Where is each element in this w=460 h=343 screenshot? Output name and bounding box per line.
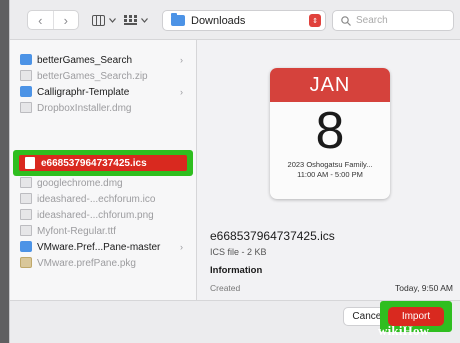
- font-file-icon: [20, 225, 32, 236]
- file-name: DropboxInstaller.dmg: [37, 102, 132, 114]
- chevron-right-icon: ›: [63, 12, 68, 28]
- search-icon: [341, 15, 351, 26]
- preview-pane: JAN 8 2023 Oshogatsu Family... 11:00 AM …: [198, 40, 460, 300]
- list-item: googlechrome.dmg: [10, 175, 197, 191]
- column-view-button[interactable]: [92, 10, 116, 30]
- preview-kind: ICS file - 2 KB: [210, 247, 267, 257]
- columns-icon: [92, 14, 105, 26]
- list-item: DropboxInstaller.dmg: [10, 100, 197, 116]
- file-list: betterGames_Search › betterGames_Search.…: [10, 40, 197, 326]
- chevron-down-icon: [141, 17, 148, 23]
- back-button[interactable]: ‹: [28, 11, 53, 29]
- group-by-button[interactable]: [124, 10, 148, 30]
- chevron-right-icon: ›: [180, 55, 183, 65]
- file-name: VMware.Pref...Pane-master: [37, 241, 161, 253]
- information-heading: Information: [210, 265, 263, 276]
- list-item: Myfont-Regular.ttf: [10, 223, 197, 239]
- list-item: ideashared-...chforum.png: [10, 207, 197, 223]
- list-item[interactable]: betterGames_Search ›: [10, 52, 197, 68]
- forward-button[interactable]: ›: [52, 11, 79, 29]
- file-name: e668537964737425.ics: [41, 157, 147, 169]
- folder-icon: [20, 54, 32, 65]
- folder-icon: [171, 13, 185, 26]
- location-dropdown[interactable]: Downloads ⇕: [162, 10, 326, 31]
- file-name: ideashared-...echforum.ico: [37, 193, 156, 205]
- list-item: ideashared-...echforum.ico: [10, 191, 197, 207]
- chevron-left-icon: ‹: [38, 12, 43, 28]
- calendar-thumbnail: JAN 8 2023 Oshogatsu Family... 11:00 AM …: [270, 68, 390, 199]
- document-icon: [20, 70, 32, 81]
- file-open-dialog: ‹ › Downloads ⇕ Search betterGames_Searc…: [9, 0, 460, 343]
- list-item[interactable]: Calligraphr-Template ›: [10, 84, 197, 100]
- created-label: Created: [210, 283, 241, 293]
- file-name: ideashared-...chforum.png: [37, 209, 154, 221]
- calendar-file-icon: [25, 157, 35, 169]
- watermark-logo: wikiHow: [378, 323, 430, 338]
- file-name: VMware.prefPane.pkg: [37, 257, 136, 269]
- calendar-event-title: 2023 Oshogatsu Family...: [287, 160, 373, 169]
- document-icon: [20, 102, 32, 113]
- file-name: googlechrome.dmg: [37, 177, 123, 189]
- image-icon: [20, 193, 32, 204]
- file-name: betterGames_Search: [37, 54, 133, 66]
- chevron-right-icon: ›: [180, 242, 183, 252]
- list-item: VMware.prefPane.pkg: [10, 255, 197, 271]
- selection-highlight: e668537964737425.ics: [13, 150, 193, 176]
- file-name: Myfont-Regular.ttf: [37, 225, 116, 237]
- document-icon: [20, 177, 32, 188]
- preview-filename: e668537964737425.ics: [210, 229, 335, 243]
- package-icon: [20, 257, 32, 268]
- toolbar: ‹ › Downloads ⇕ Search: [10, 0, 460, 40]
- calendar-month: JAN: [270, 68, 390, 102]
- created-value: Today, 9:50 AM: [395, 283, 453, 293]
- list-item: betterGames_Search.zip: [10, 68, 197, 84]
- search-field[interactable]: Search: [332, 10, 454, 31]
- list-item[interactable]: VMware.Pref...Pane-master ›: [10, 239, 197, 255]
- grid-icon: [124, 14, 137, 25]
- chevron-right-icon: ›: [180, 87, 183, 97]
- calendar-day: 8: [315, 102, 345, 160]
- image-icon: [20, 209, 32, 220]
- search-placeholder: Search: [356, 15, 388, 26]
- file-name: Calligraphr-Template: [37, 86, 130, 98]
- folder-icon: [20, 86, 32, 97]
- file-name: betterGames_Search.zip: [37, 70, 148, 82]
- folder-icon: [20, 241, 32, 252]
- list-item-selected[interactable]: e668537964737425.ics: [19, 155, 187, 171]
- chevron-down-icon: [109, 17, 116, 23]
- up-down-arrows-icon: ⇕: [309, 14, 321, 27]
- nav-buttons: ‹ ›: [27, 10, 79, 30]
- calendar-event-time: 11:00 AM - 5:00 PM: [297, 170, 363, 179]
- location-label: Downloads: [191, 14, 246, 27]
